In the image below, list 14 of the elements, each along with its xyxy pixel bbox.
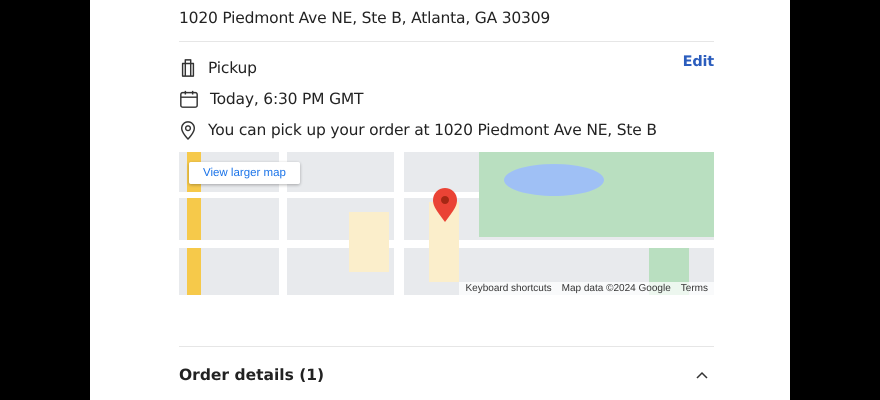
chevron-icon[interactable] bbox=[696, 371, 708, 379]
map-attribution-link[interactable]: Map data ©2024 Google bbox=[562, 283, 671, 294]
location-pin-icon bbox=[179, 120, 197, 140]
calendar-icon bbox=[179, 88, 199, 108]
map-attribution-link[interactable]: Keyboard shortcuts bbox=[465, 283, 552, 294]
pickup-instructions: You can pick up your order at 1020 Piedmont Ave NE, Ste B bbox=[208, 120, 658, 138]
order-details-heading[interactable]: Order details (1) bbox=[179, 366, 324, 384]
pickup-label: Pickup bbox=[208, 58, 258, 76]
store-address: 1020 Piedmont Ave NE, Ste B, Atlanta, GA 30309 bbox=[179, 8, 552, 29]
map-attribution-link[interactable]: Terms bbox=[680, 283, 708, 294]
view-larger-map-button[interactable]: View larger map bbox=[189, 162, 300, 184]
edit-link[interactable]: Edit bbox=[682, 54, 714, 70]
pickup-time: Today, 6:30 PM GMT bbox=[210, 90, 364, 108]
bag-icon bbox=[179, 58, 197, 78]
